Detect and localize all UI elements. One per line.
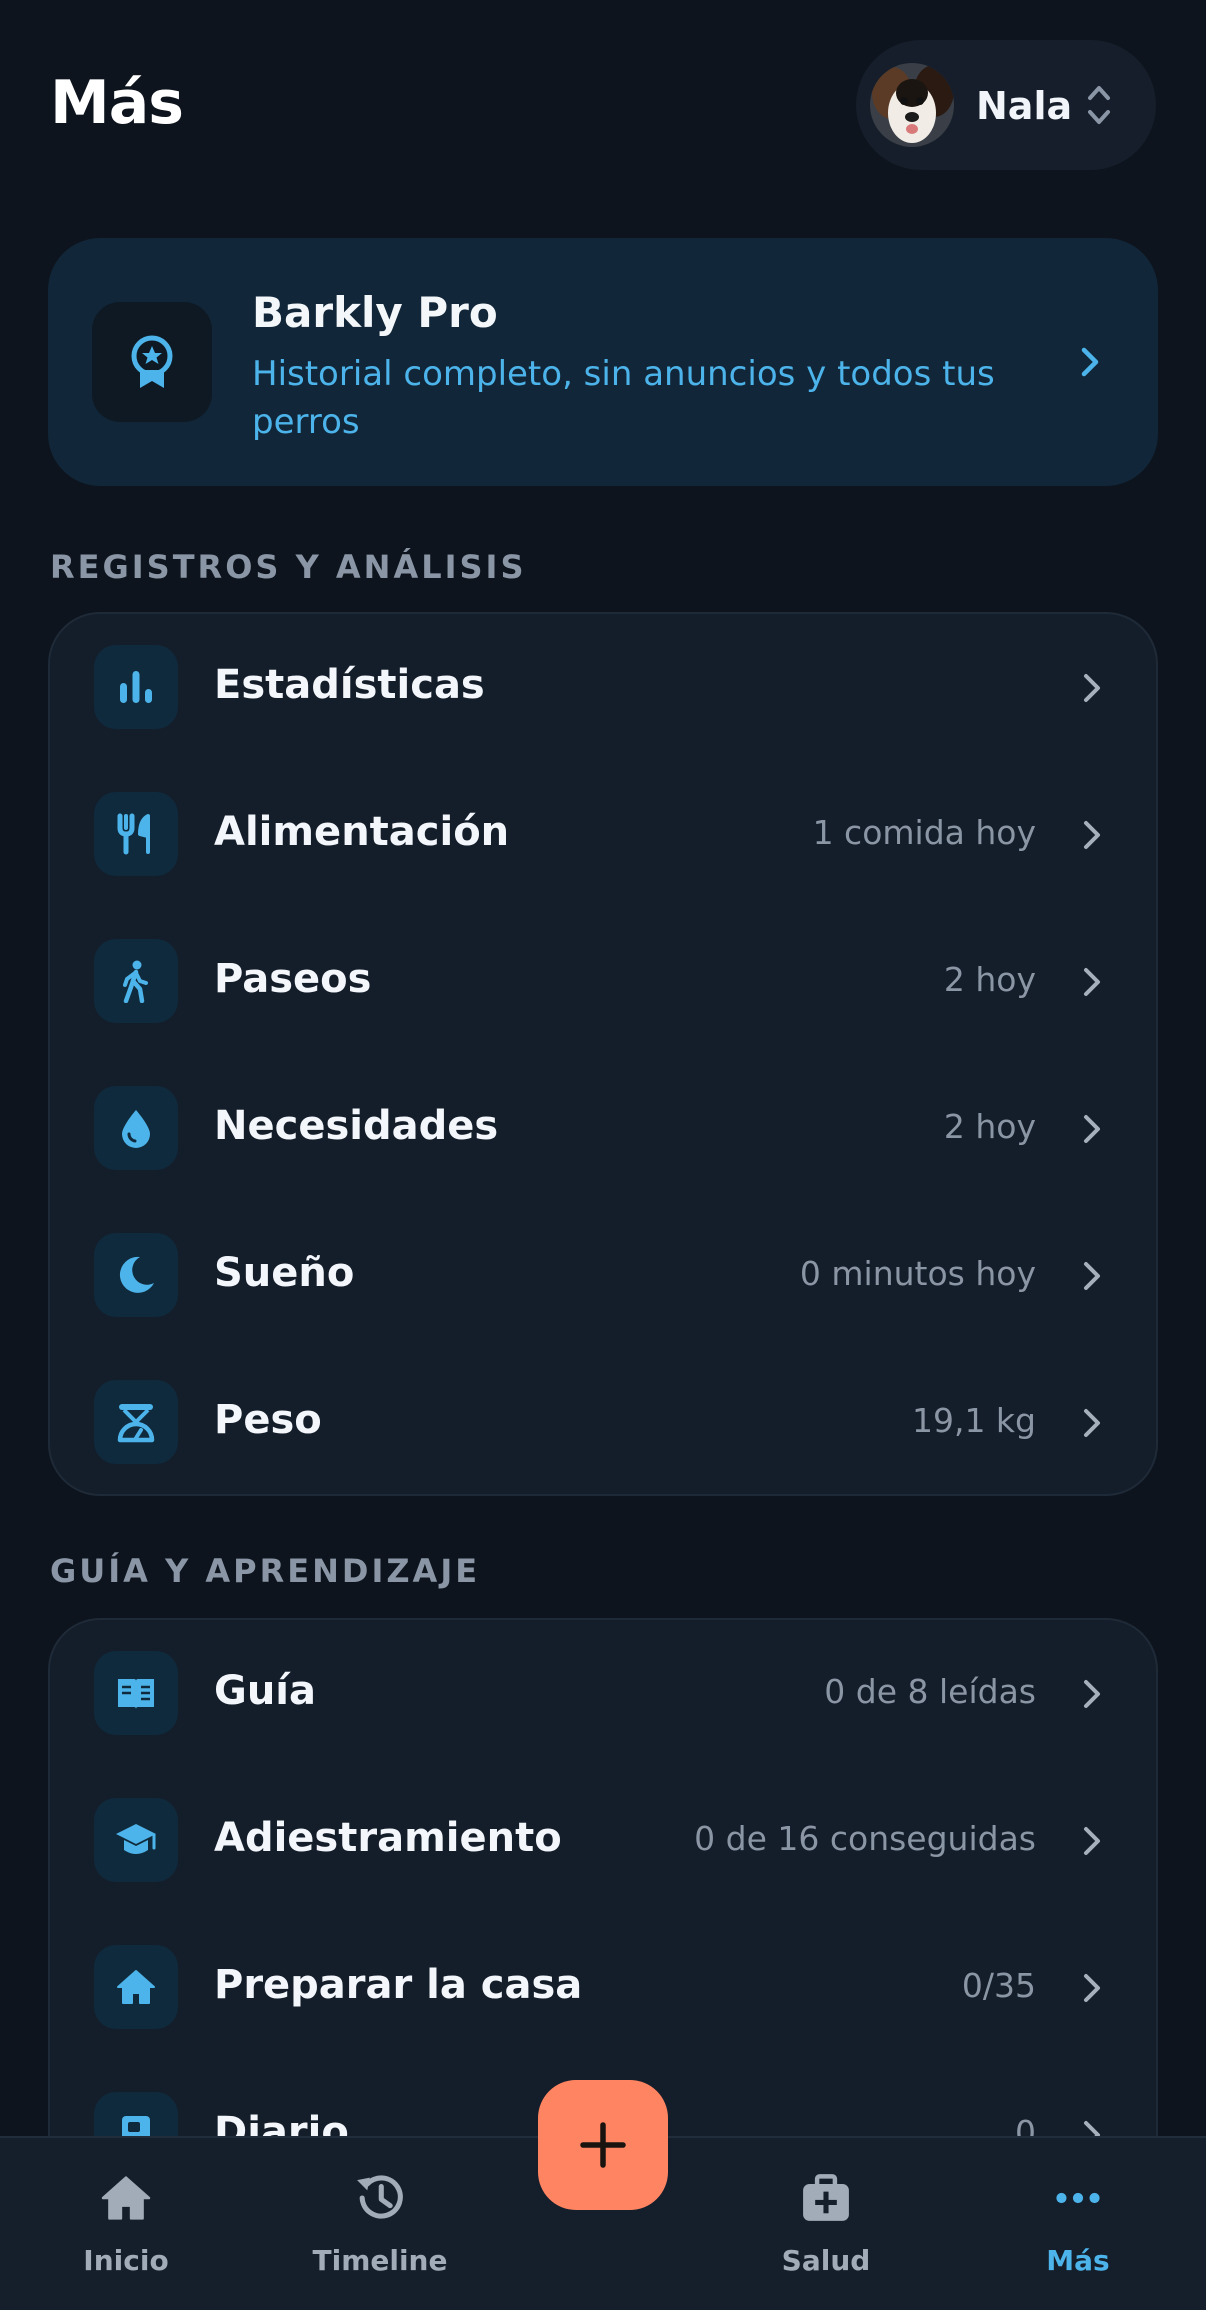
nav-label: Timeline bbox=[312, 2244, 448, 2277]
nav-item-inicio[interactable]: Inicio bbox=[26, 2138, 226, 2310]
nav-item-timeline[interactable]: Timeline bbox=[280, 2138, 480, 2310]
book-icon bbox=[118, 1679, 154, 1709]
pet-name: Nala bbox=[976, 84, 1073, 128]
row-icon-container bbox=[94, 645, 178, 729]
list-item-sueno[interactable]: Sueño 0 minutos hoy bbox=[50, 1202, 1156, 1349]
plus-icon bbox=[580, 2122, 626, 2168]
chevron-right-icon bbox=[1084, 968, 1100, 996]
list-item-paseos[interactable]: Paseos 2 hoy bbox=[50, 908, 1156, 1055]
row-icon-container bbox=[94, 1086, 178, 1170]
list-item-guia[interactable]: Guía 0 de 8 leídas bbox=[50, 1620, 1156, 1767]
chevron-right-icon bbox=[1084, 674, 1100, 702]
avatar bbox=[870, 63, 954, 147]
medical-kit-icon bbox=[803, 2174, 849, 2221]
chevron-right-icon bbox=[1084, 1974, 1100, 2002]
row-icon-container bbox=[94, 1798, 178, 1882]
fork-knife-icon bbox=[117, 813, 150, 855]
chevron-right-icon bbox=[1084, 1262, 1100, 1290]
nav-item-salud[interactable]: Salud bbox=[726, 2138, 926, 2310]
list-item-preparar-casa[interactable]: Preparar la casa 0/35 bbox=[50, 1914, 1156, 2061]
list-item-label: Preparar la casa bbox=[214, 1962, 583, 2008]
list-item-value: 0/35 bbox=[961, 1966, 1036, 2005]
list-item-value: 1 comida hoy bbox=[812, 813, 1036, 852]
row-icon-container bbox=[94, 792, 178, 876]
chevron-up-down-icon bbox=[1088, 86, 1110, 124]
bar-chart-icon bbox=[120, 671, 152, 703]
scale-icon bbox=[117, 1404, 155, 1443]
row-icon-container bbox=[94, 1380, 178, 1464]
moon-icon bbox=[119, 1256, 154, 1293]
chevron-right-icon bbox=[1084, 1827, 1100, 1855]
list-item-label: Necesidades bbox=[214, 1103, 499, 1149]
row-icon-container bbox=[94, 1651, 178, 1735]
row-icon-container bbox=[94, 1233, 178, 1317]
award-ribbon-icon bbox=[131, 335, 173, 388]
home-icon bbox=[117, 1970, 155, 2004]
walking-icon bbox=[123, 960, 148, 1003]
water-drop-icon bbox=[122, 1110, 150, 1148]
add-entry-button[interactable] bbox=[538, 2080, 668, 2210]
list-item-value: 19,1 kg bbox=[911, 1401, 1036, 1440]
header: Más Nala bbox=[0, 0, 1206, 220]
chevron-right-icon bbox=[1081, 347, 1099, 377]
nav-label: Inicio bbox=[83, 2244, 169, 2277]
chevron-right-icon bbox=[1084, 1115, 1100, 1143]
pro-title: Barkly Pro bbox=[252, 288, 498, 337]
nav-item-mas[interactable]: Más bbox=[978, 2138, 1178, 2310]
list-item-value: 0 de 8 leídas bbox=[824, 1672, 1036, 1711]
list-item-value: 2 hoy bbox=[943, 960, 1036, 999]
section-title-guia: GUÍA Y APRENDIZAJE bbox=[50, 1552, 481, 1590]
registros-group: Estadísticas Alimentación 1 comida hoy P… bbox=[48, 612, 1158, 1496]
list-item-label: Peso bbox=[214, 1397, 322, 1443]
list-item-label: Adiestramiento bbox=[214, 1815, 562, 1861]
barkly-pro-card[interactable]: Barkly Pro Historial completo, sin anunc… bbox=[48, 238, 1158, 486]
list-item-value: 0 de 16 conseguidas bbox=[694, 1819, 1036, 1858]
page-title: Más bbox=[50, 68, 184, 138]
list-item-estadisticas[interactable]: Estadísticas bbox=[50, 614, 1156, 761]
row-icon-container bbox=[94, 939, 178, 1023]
home-icon bbox=[101, 2176, 151, 2220]
nav-label: Salud bbox=[781, 2244, 871, 2277]
chevron-right-icon bbox=[1084, 1409, 1100, 1437]
list-item-label: Estadísticas bbox=[214, 662, 485, 708]
pet-switcher-button[interactable]: Nala bbox=[856, 40, 1156, 170]
row-icon-container bbox=[94, 1945, 178, 2029]
list-item-value: 2 hoy bbox=[943, 1107, 1036, 1146]
list-item-alimentacion[interactable]: Alimentación 1 comida hoy bbox=[50, 761, 1156, 908]
pro-badge bbox=[92, 302, 212, 422]
list-item-adiestramiento[interactable]: Adiestramiento 0 de 16 conseguidas bbox=[50, 1767, 1156, 1914]
list-item-label: Paseos bbox=[214, 956, 372, 1002]
list-item-value: 0 minutos hoy bbox=[799, 1254, 1036, 1293]
more-dots-icon bbox=[1056, 2192, 1100, 2204]
pro-subtitle: Historial completo, sin anuncios y todos… bbox=[252, 354, 995, 442]
list-item-label: Guía bbox=[214, 1668, 317, 1714]
list-item-label: Alimentación bbox=[214, 809, 510, 855]
section-title-registros: REGISTROS Y ANÁLISIS bbox=[50, 548, 527, 586]
list-item-peso[interactable]: Peso 19,1 kg bbox=[50, 1349, 1156, 1496]
history-icon bbox=[357, 2175, 403, 2219]
graduation-cap-icon bbox=[116, 1824, 156, 1854]
nav-label: Más bbox=[1046, 2244, 1110, 2277]
list-item-label: Sueño bbox=[214, 1250, 355, 1296]
chevron-right-icon bbox=[1084, 821, 1100, 849]
list-item-necesidades[interactable]: Necesidades 2 hoy bbox=[50, 1055, 1156, 1202]
chevron-right-icon bbox=[1084, 1680, 1100, 1708]
